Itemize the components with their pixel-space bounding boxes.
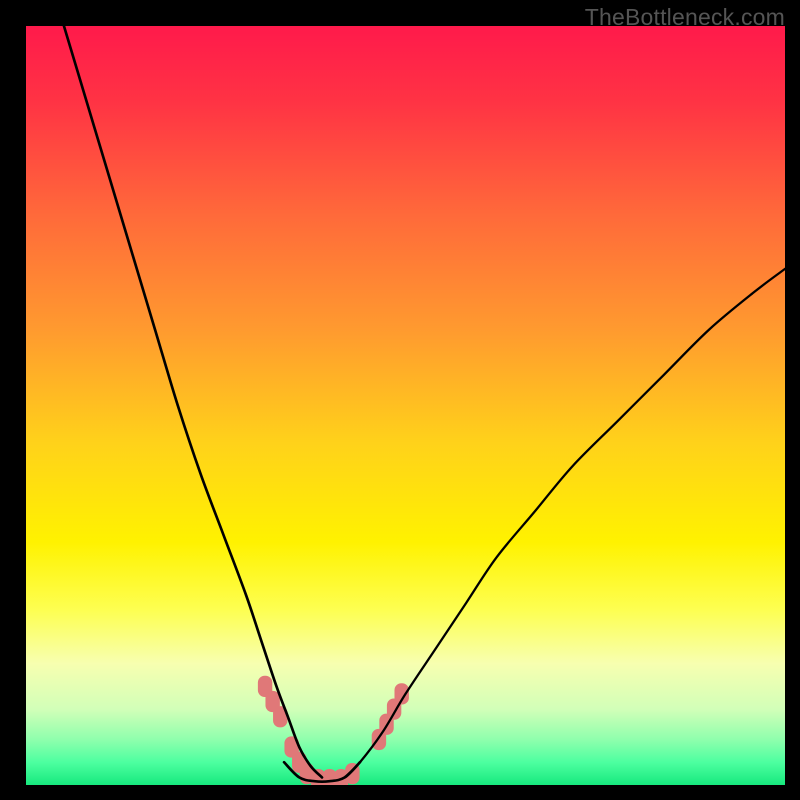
plot-area [26, 26, 785, 785]
curve-right-branch [345, 269, 785, 778]
chart-stage: TheBottleneck.com [0, 0, 800, 800]
watermark-text: TheBottleneck.com [585, 4, 785, 31]
curve-left-branch [64, 26, 322, 777]
marker-layer [258, 676, 409, 785]
chart-curves [26, 26, 785, 785]
